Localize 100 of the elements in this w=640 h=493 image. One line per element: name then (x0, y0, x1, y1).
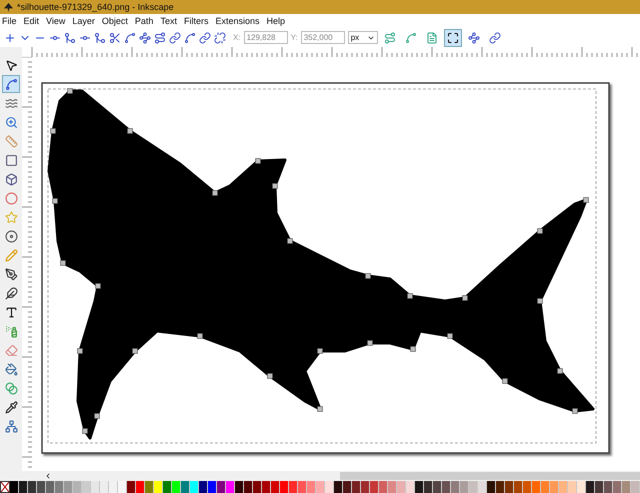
color-swatch[interactable] (595, 481, 604, 493)
scrollbar-thumb[interactable] (340, 472, 640, 480)
spray-can-icon (4, 324, 18, 338)
color-swatch[interactable] (73, 481, 82, 493)
color-swatch[interactable] (469, 481, 478, 493)
menu-item[interactable]: View (46, 16, 66, 26)
curve-node-icon[interactable] (154, 32, 166, 44)
color-swatch[interactable] (370, 481, 379, 493)
color-swatch[interactable] (235, 481, 244, 493)
menu-item[interactable]: Layer (72, 16, 95, 26)
color-swatch[interactable] (262, 481, 271, 493)
color-swatch[interactable] (451, 481, 460, 493)
color-swatch[interactable] (298, 481, 307, 493)
scroll-left-icon[interactable] (44, 472, 52, 480)
color-swatch[interactable] (82, 481, 91, 493)
color-swatch[interactable] (460, 481, 469, 493)
color-swatch[interactable] (334, 481, 343, 493)
color-swatch[interactable] (172, 481, 181, 493)
color-swatch[interactable] (433, 481, 442, 493)
transform-handles-icon (446, 32, 459, 44)
color-swatch[interactable] (289, 481, 298, 493)
color-swatch[interactable] (253, 481, 262, 493)
color-swatch[interactable] (208, 481, 217, 493)
unit-dropdown[interactable]: px (348, 31, 378, 44)
color-swatch[interactable] (478, 481, 487, 493)
toolbar-toggle[interactable] (444, 28, 462, 46)
color-swatch[interactable] (415, 481, 424, 493)
color-swatch[interactable] (631, 481, 640, 493)
color-swatch[interactable] (586, 481, 595, 493)
color-swatch[interactable] (523, 481, 532, 493)
curve-segment-icon[interactable] (184, 32, 196, 44)
color-swatch[interactable] (118, 481, 127, 493)
color-swatch[interactable] (559, 481, 568, 493)
color-swatch[interactable] (217, 481, 226, 493)
color-swatch[interactable] (397, 481, 406, 493)
color-swatch[interactable] (244, 481, 253, 493)
color-swatch[interactable] (109, 481, 118, 493)
plus-node-icon[interactable] (4, 32, 16, 44)
color-swatch[interactable] (352, 481, 361, 493)
connector-icon (4, 420, 18, 432)
color-swatch[interactable] (28, 481, 37, 493)
x-field[interactable]: 129,828 (244, 31, 288, 44)
color-swatch[interactable] (550, 481, 559, 493)
color-swatch[interactable] (163, 481, 172, 493)
color-swatch[interactable] (136, 481, 145, 493)
menu-item[interactable]: Edit (24, 16, 40, 26)
color-swatch[interactable] (514, 481, 523, 493)
color-swatch[interactable] (10, 481, 19, 493)
color-swatch[interactable] (325, 481, 334, 493)
color-swatch[interactable] (613, 481, 622, 493)
color-swatch[interactable] (406, 481, 415, 493)
color-swatch[interactable] (487, 481, 496, 493)
menu-item[interactable]: Filters (184, 16, 208, 26)
color-swatch[interactable] (361, 481, 370, 493)
shark-silhouette-drawing[interactable] (48, 88, 594, 440)
handles-icon (468, 32, 480, 44)
color-swatch[interactable] (424, 481, 433, 493)
color-swatch[interactable] (343, 481, 352, 493)
color-swatch[interactable] (316, 481, 325, 493)
color-swatch[interactable] (622, 481, 631, 493)
color-swatch[interactable] (55, 481, 64, 493)
color-swatch[interactable] (127, 481, 136, 493)
pencil-icon (4, 248, 18, 262)
color-swatch[interactable] (37, 481, 46, 493)
color-swatch[interactable] (46, 481, 55, 493)
color-swatch[interactable] (100, 481, 109, 493)
color-swatch[interactable] (532, 481, 541, 493)
menu-item[interactable]: Help (266, 16, 285, 26)
feather-icon (4, 286, 18, 300)
color-swatch[interactable] (280, 481, 289, 493)
menu-item[interactable]: Object (102, 16, 128, 26)
color-swatch[interactable] (190, 481, 199, 493)
color-swatch[interactable] (19, 481, 28, 493)
color-swatch[interactable] (568, 481, 577, 493)
color-swatch[interactable] (64, 481, 73, 493)
menu-item[interactable]: File (2, 16, 17, 26)
color-swatch[interactable] (154, 481, 163, 493)
menu-item[interactable]: Path (134, 16, 154, 26)
y-field[interactable]: 352,000 (300, 31, 345, 44)
color-swatch[interactable] (145, 481, 154, 493)
menu-item[interactable]: Extensions (215, 16, 260, 26)
arrow-icon (4, 58, 18, 72)
color-swatch[interactable] (307, 481, 316, 493)
color-swatch[interactable] (541, 481, 550, 493)
color-swatch[interactable] (199, 481, 208, 493)
curve-node-icon[interactable] (139, 32, 151, 44)
color-swatch[interactable] (442, 481, 451, 493)
color-swatch[interactable] (226, 481, 235, 493)
color-swatch[interactable] (181, 481, 190, 493)
color-swatch[interactable] (388, 481, 397, 493)
no-color-swatch[interactable] (0, 481, 10, 493)
color-swatch[interactable] (604, 481, 613, 493)
color-swatch[interactable] (577, 481, 586, 493)
color-swatch[interactable] (505, 481, 514, 493)
menu-item[interactable]: Text (160, 16, 177, 26)
curve-node-icon[interactable] (124, 32, 136, 44)
color-swatch[interactable] (496, 481, 505, 493)
color-swatch[interactable] (271, 481, 280, 493)
color-swatch[interactable] (91, 481, 100, 493)
color-swatch[interactable] (379, 481, 388, 493)
